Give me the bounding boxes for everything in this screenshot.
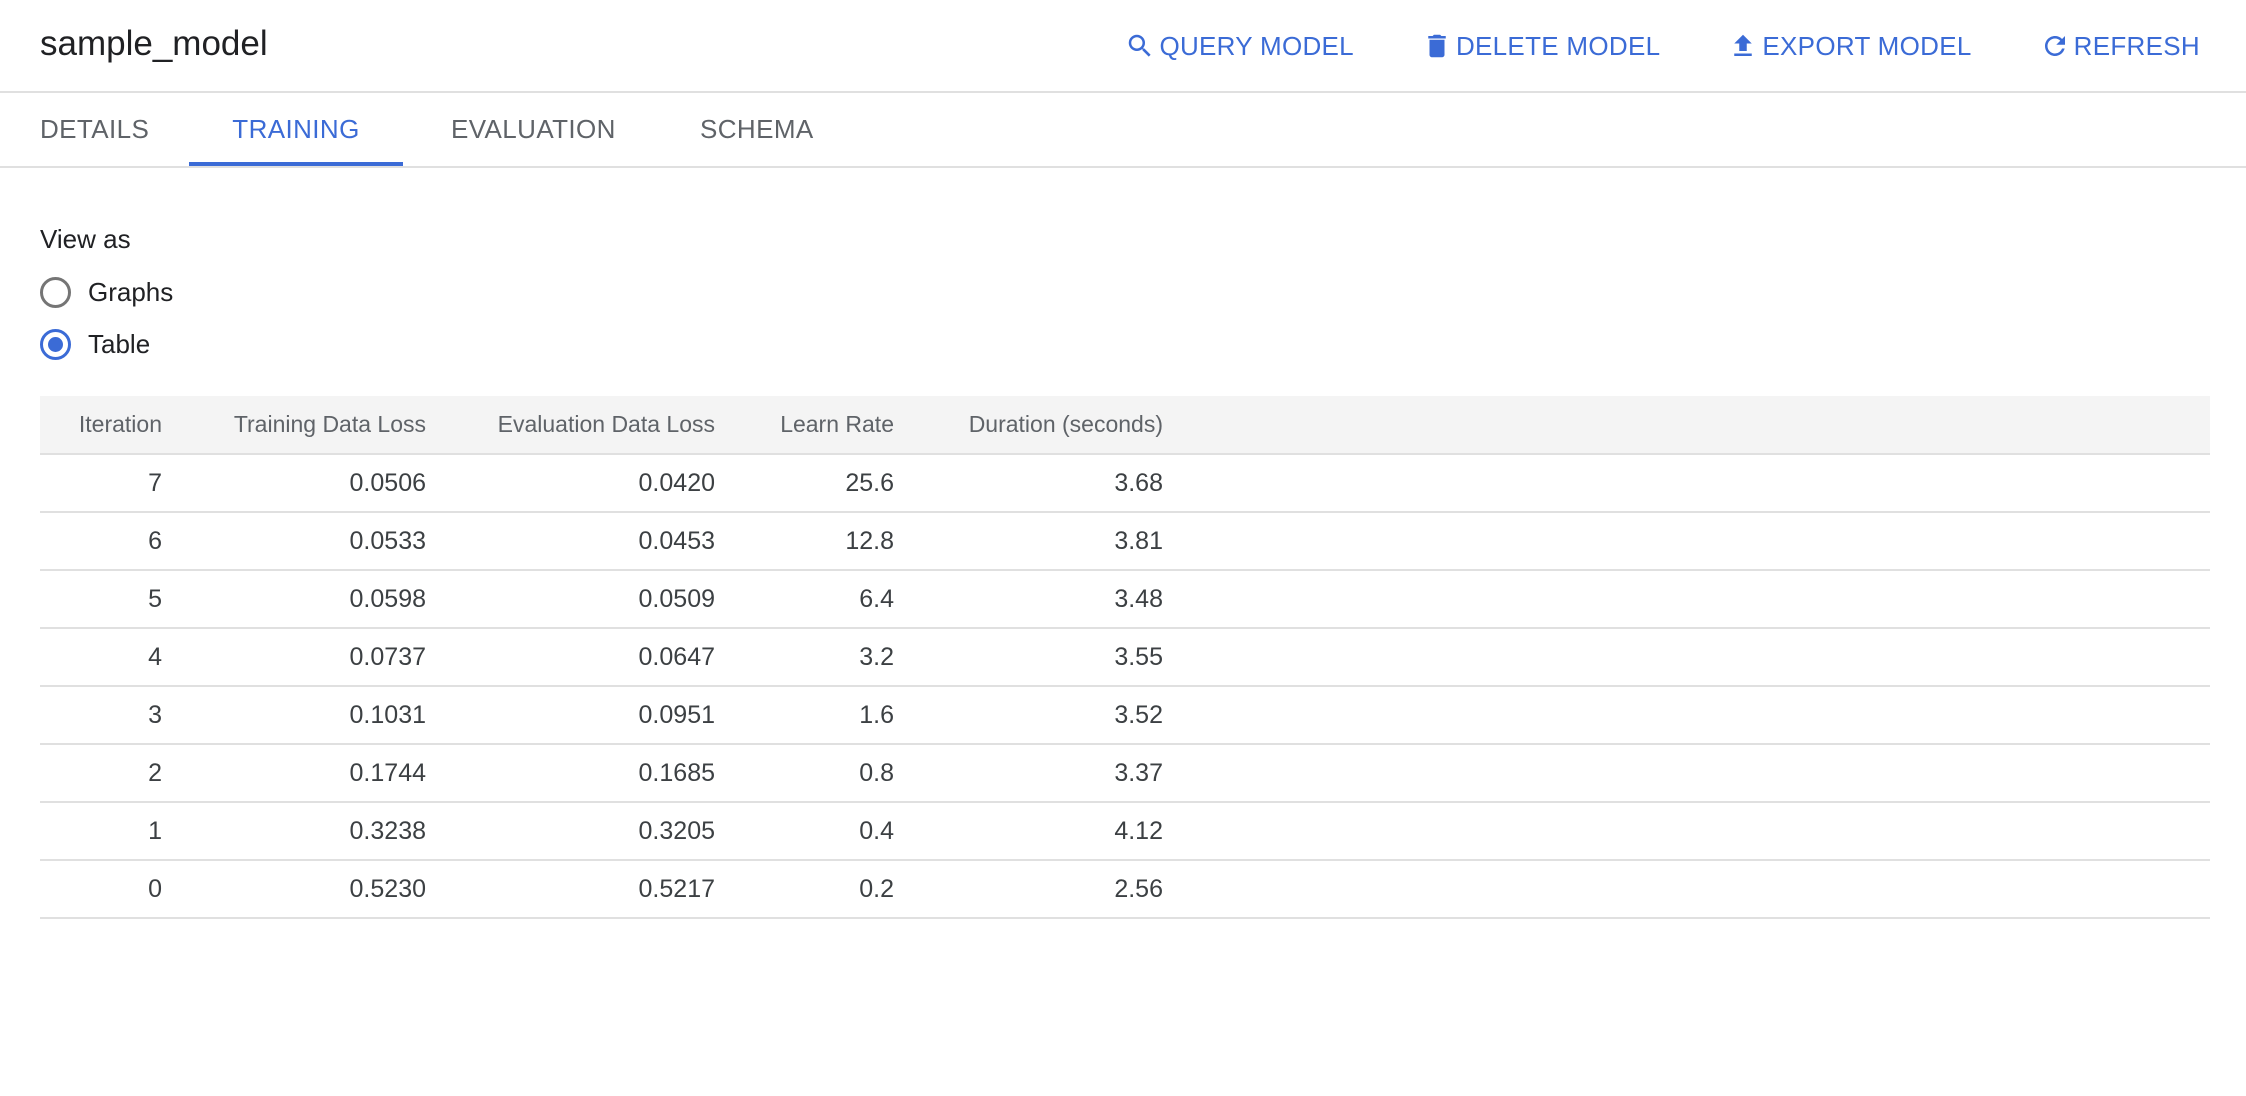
table-row: 7 0.0506 0.0420 25.6 3.68 [40,454,2210,513]
cell-filler [1163,454,2210,513]
page-header: sample_model QUERY MODEL DELETE MODEL EX… [0,0,2246,93]
view-graphs-option[interactable]: Graphs [40,275,173,309]
cell-iteration: 3 [40,686,162,745]
cell-evaluation-loss: 0.1685 [426,744,715,803]
cell-duration: 3.48 [894,570,1163,629]
cell-learn-rate: 6.4 [715,570,894,629]
cell-evaluation-loss: 0.0951 [426,686,715,745]
view-as-label: View as [40,224,131,254]
cell-training-loss: 0.0737 [162,628,426,687]
page-title: sample_model [40,24,268,63]
graphs-radio-label: Graphs [88,277,174,307]
query-model-button[interactable]: QUERY MODEL [1125,24,1354,68]
tab-schema[interactable]: SCHEMA [700,93,830,166]
view-table-option[interactable]: Table [40,327,150,361]
table-row: 5 0.0598 0.0509 6.4 3.48 [40,570,2210,629]
delete-model-button[interactable]: DELETE MODEL [1422,24,1660,68]
cell-iteration: 4 [40,628,162,687]
column-header-duration[interactable]: Duration (seconds) [894,396,1163,455]
search-icon [1125,30,1155,62]
column-header-evaluation-loss[interactable]: Evaluation Data Loss [426,396,715,455]
table-row: 4 0.0737 0.0647 3.2 3.55 [40,628,2210,687]
cell-filler [1163,686,2210,745]
cell-learn-rate: 0.4 [715,802,894,861]
table-header-row: Iteration Training Data Loss Evaluation … [40,396,2210,455]
tab-evaluation[interactable]: EVALUATION [451,93,615,166]
cell-learn-rate: 3.2 [715,628,894,687]
cell-filler [1163,802,2210,861]
table-row: 1 0.3238 0.3205 0.4 4.12 [40,802,2210,861]
table-row: 0 0.5230 0.5217 0.2 2.56 [40,860,2210,919]
refresh-label: REFRESH [2073,30,2200,61]
column-header-learn-rate[interactable]: Learn Rate [715,396,894,455]
cell-filler [1163,512,2210,571]
cell-iteration: 0 [40,860,162,919]
export-model-button[interactable]: EXPORT MODEL [1728,24,1971,68]
cell-duration: 3.81 [894,512,1163,571]
tab-training[interactable]: TRAINING [189,93,403,166]
cell-learn-rate: 25.6 [715,454,894,513]
cell-duration: 3.37 [894,744,1163,803]
tab-bar: DETAILS TRAINING EVALUATION SCHEMA [0,93,2246,168]
query-model-label: QUERY MODEL [1159,30,1354,61]
cell-learn-rate: 12.8 [715,512,894,571]
cell-duration: 3.68 [894,454,1163,513]
training-table: Iteration Training Data Loss Evaluation … [40,396,2210,919]
cell-filler [1163,860,2210,919]
cell-training-loss: 0.3238 [162,802,426,861]
cell-learn-rate: 1.6 [715,686,894,745]
cell-iteration: 2 [40,744,162,803]
cell-training-loss: 0.1744 [162,744,426,803]
cell-evaluation-loss: 0.0420 [426,454,715,513]
column-header-training-loss[interactable]: Training Data Loss [162,396,426,455]
export-icon [1728,30,1758,62]
cell-learn-rate: 0.8 [715,744,894,803]
cell-iteration: 7 [40,454,162,513]
column-header-iteration[interactable]: Iteration [40,396,162,455]
cell-iteration: 1 [40,802,162,861]
refresh-button[interactable]: REFRESH [2040,24,2200,68]
cell-training-loss: 0.0506 [162,454,426,513]
toolbar-actions: QUERY MODEL DELETE MODEL EXPORT MODEL RE… [1125,24,2200,68]
cell-learn-rate: 0.2 [715,860,894,919]
delete-model-label: DELETE MODEL [1455,30,1661,61]
cell-evaluation-loss: 0.0453 [426,512,715,571]
refresh-icon [2040,30,2070,62]
table-row: 3 0.1031 0.0951 1.6 3.52 [40,686,2210,745]
export-model-label: EXPORT MODEL [1762,30,1972,61]
cell-duration: 3.52 [894,686,1163,745]
cell-training-loss: 0.0533 [162,512,426,571]
tab-details[interactable]: DETAILS [40,93,149,166]
cell-duration: 2.56 [894,860,1163,919]
cell-training-loss: 0.5230 [162,860,426,919]
cell-evaluation-loss: 0.5217 [426,860,715,919]
table-row: 2 0.1744 0.1685 0.8 3.37 [40,744,2210,803]
trash-icon [1422,30,1452,62]
cell-evaluation-loss: 0.0509 [426,570,715,629]
graphs-radio[interactable] [40,276,71,308]
table-radio[interactable] [40,328,71,360]
cell-evaluation-loss: 0.3205 [426,802,715,861]
cell-duration: 3.55 [894,628,1163,687]
cell-filler [1163,570,2210,629]
column-header-filler [1163,396,2210,455]
cell-duration: 4.12 [894,802,1163,861]
cell-iteration: 6 [40,512,162,571]
table-row: 6 0.0533 0.0453 12.8 3.81 [40,512,2210,571]
cell-iteration: 5 [40,570,162,629]
cell-training-loss: 0.1031 [162,686,426,745]
cell-training-loss: 0.0598 [162,570,426,629]
cell-evaluation-loss: 0.0647 [426,628,715,687]
cell-filler [1163,744,2210,803]
cell-filler [1163,628,2210,687]
table-radio-label: Table [88,329,151,359]
